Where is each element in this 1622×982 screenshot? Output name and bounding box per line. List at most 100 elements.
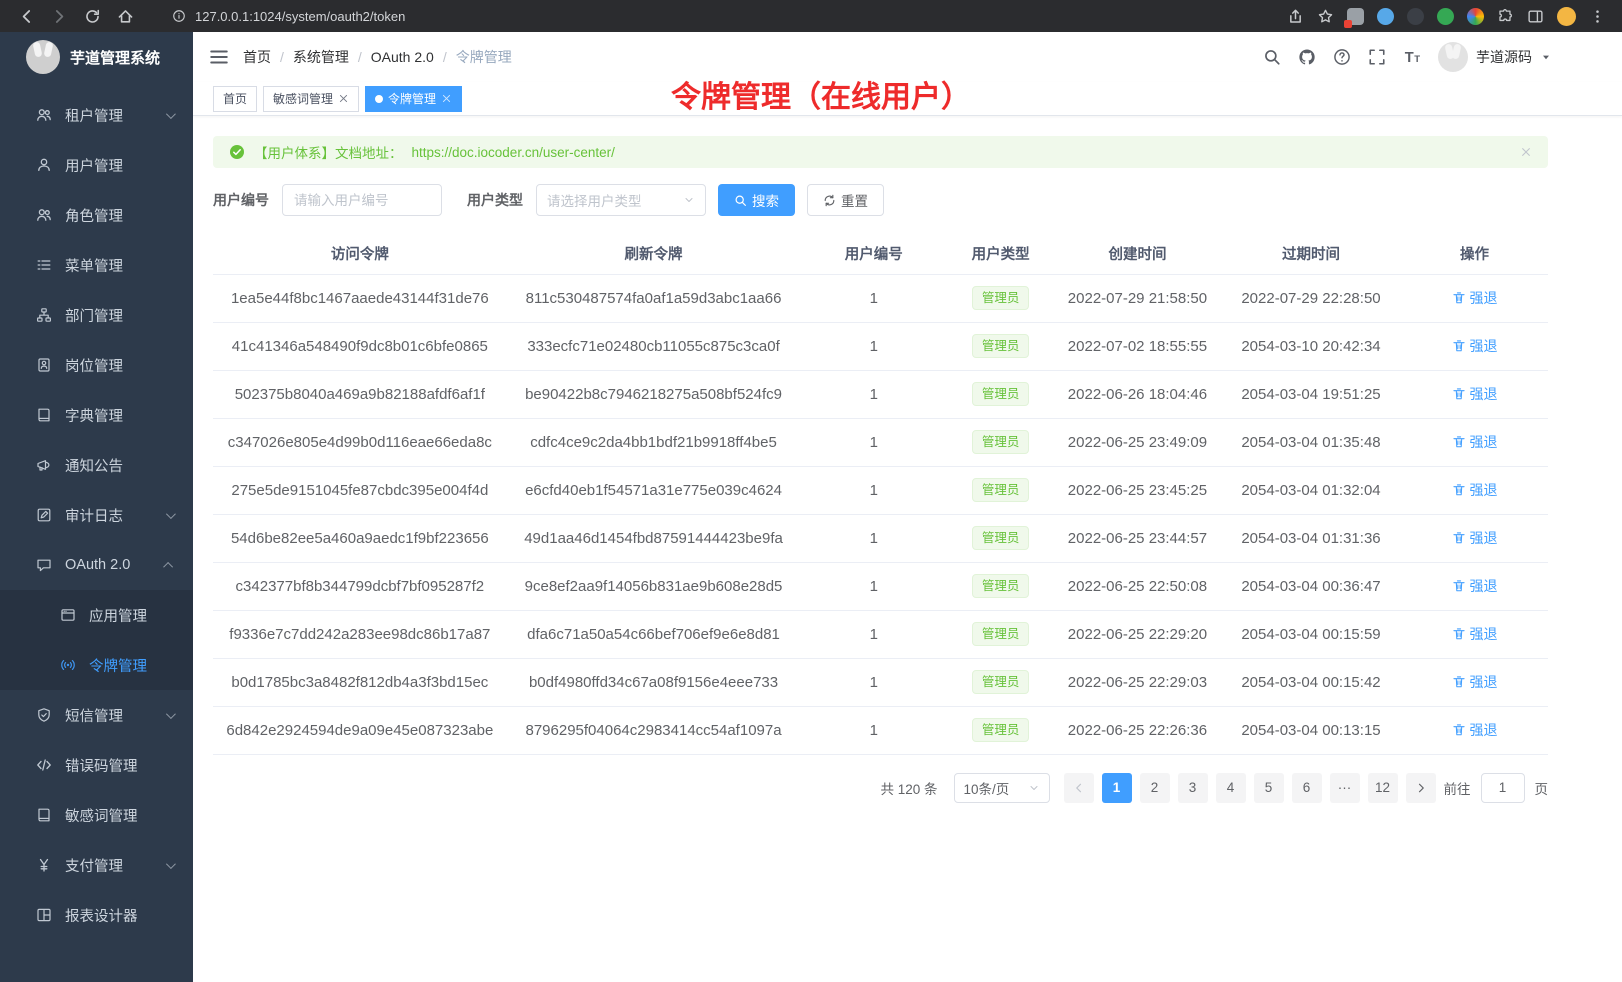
user-id-cell: 1 bbox=[800, 706, 947, 754]
site-info-icon[interactable] bbox=[172, 9, 186, 23]
search-button[interactable]: 搜索 bbox=[718, 184, 795, 216]
sidebar-item-report-designer[interactable]: 报表设计器 bbox=[0, 890, 193, 940]
extension-icon[interactable] bbox=[1467, 8, 1484, 25]
page-buttons: 1 2 3 4 5 6 ··· 12 bbox=[1102, 773, 1398, 803]
sidebar-item-dict[interactable]: 字典管理 bbox=[0, 390, 193, 440]
expire-time-cell: 2054-03-04 00:13:15 bbox=[1221, 706, 1401, 754]
sidebar-item-notice[interactable]: 通知公告 bbox=[0, 440, 193, 490]
expire-time-cell: 2022-07-29 22:28:50 bbox=[1221, 274, 1401, 322]
alert-doc-link[interactable]: https://doc.iocoder.cn/user-center/ bbox=[412, 145, 615, 160]
menu-label: 租户管理 bbox=[65, 105, 123, 126]
sidebar-item-oauth2-app[interactable]: 应用管理 bbox=[0, 590, 193, 640]
user-id-cell: 1 bbox=[800, 514, 947, 562]
page-button[interactable]: 6 bbox=[1292, 773, 1322, 803]
menu-icon bbox=[36, 707, 52, 723]
next-page-button[interactable] bbox=[1406, 773, 1436, 803]
force-logout-button[interactable]: 强退 bbox=[1452, 576, 1498, 596]
sidebar-item-error-code[interactable]: 错误码管理 bbox=[0, 740, 193, 790]
refresh-token-cell: cdfc4ce9c2da4bb1bdf21b9918ff4be5 bbox=[507, 418, 801, 466]
page-button[interactable]: ··· bbox=[1330, 773, 1360, 803]
view-tab[interactable]: 令牌管理 bbox=[365, 86, 462, 112]
access-token-cell: f9336e7c7dd242a283ee98dc86b17a87 bbox=[213, 610, 507, 658]
tab-close-icon[interactable] bbox=[441, 93, 452, 104]
share-icon[interactable] bbox=[1287, 8, 1304, 25]
table-row: 275e5de9151045fe87cbdc395e004f4d e6cfd40… bbox=[213, 466, 1548, 514]
font-size-icon[interactable]: TT bbox=[1403, 48, 1421, 66]
sidebar-item-oauth2[interactable]: OAuth 2.0 bbox=[0, 540, 193, 590]
user-id-input[interactable] bbox=[282, 184, 442, 216]
action-cell: 强退 bbox=[1401, 418, 1548, 466]
user-type-tag: 管理员 bbox=[972, 478, 1030, 502]
app-logo[interactable]: 芋道管理系统 bbox=[0, 32, 193, 82]
force-logout-button[interactable]: 强退 bbox=[1452, 288, 1498, 308]
force-logout-button[interactable]: 强退 bbox=[1452, 720, 1498, 740]
page-button[interactable]: 2 bbox=[1140, 773, 1170, 803]
sidebar-item-dept[interactable]: 部门管理 bbox=[0, 290, 193, 340]
extension-icon[interactable] bbox=[1377, 8, 1394, 25]
menu-label: 用户管理 bbox=[65, 155, 123, 176]
back-icon[interactable] bbox=[18, 8, 35, 25]
force-logout-button[interactable]: 强退 bbox=[1452, 336, 1498, 356]
force-logout-button[interactable]: 强退 bbox=[1452, 528, 1498, 548]
side-panel-icon[interactable] bbox=[1527, 8, 1544, 25]
sidebar-item-sensitive-word[interactable]: 敏感词管理 bbox=[0, 790, 193, 840]
refresh-token-cell: 333ecfc71e02480cb11055c875c3ca0f bbox=[507, 322, 801, 370]
forward-icon[interactable] bbox=[51, 8, 68, 25]
extensions-puzzle-icon[interactable] bbox=[1497, 8, 1514, 25]
page-size-select[interactable]: 10条/页 bbox=[954, 773, 1050, 803]
sidebar-item-role[interactable]: 角色管理 bbox=[0, 190, 193, 240]
sidebar-item-user[interactable]: 用户管理 bbox=[0, 140, 193, 190]
breadcrumb-item[interactable]: 令牌管理 bbox=[456, 47, 512, 67]
user-id-cell: 1 bbox=[800, 370, 947, 418]
alert-close-icon[interactable] bbox=[1520, 146, 1532, 158]
menu-icon bbox=[36, 557, 52, 573]
menu-label: 短信管理 bbox=[65, 705, 123, 726]
sidebar-item-post[interactable]: 岗位管理 bbox=[0, 340, 193, 390]
page-button[interactable]: 5 bbox=[1254, 773, 1284, 803]
force-logout-button[interactable]: 强退 bbox=[1452, 624, 1498, 644]
sidebar-collapse-icon[interactable] bbox=[209, 47, 229, 67]
reload-icon[interactable] bbox=[84, 8, 101, 25]
view-tab[interactable]: 敏感词管理 bbox=[263, 86, 359, 112]
prev-page-button[interactable] bbox=[1064, 773, 1094, 803]
reset-button[interactable]: 重置 bbox=[807, 184, 884, 216]
github-icon[interactable] bbox=[1298, 48, 1316, 66]
sidebar-item-oauth2-token[interactable]: 令牌管理 bbox=[0, 640, 193, 690]
user-type-select[interactable]: 请选择用户类型 bbox=[536, 184, 706, 216]
breadcrumb-item[interactable]: 系统管理 bbox=[293, 47, 371, 67]
sidebar-item-sms[interactable]: 短信管理 bbox=[0, 690, 193, 740]
browser-profile-avatar[interactable] bbox=[1557, 7, 1576, 26]
bookmark-star-icon[interactable] bbox=[1317, 8, 1334, 25]
search-icon[interactable] bbox=[1263, 48, 1281, 66]
force-logout-button[interactable]: 强退 bbox=[1452, 384, 1498, 404]
chevron-icon bbox=[166, 859, 176, 869]
extension-icon[interactable] bbox=[1347, 8, 1364, 25]
page-button[interactable]: 3 bbox=[1178, 773, 1208, 803]
tab-close-icon[interactable] bbox=[338, 93, 349, 104]
force-logout-button[interactable]: 强退 bbox=[1452, 480, 1498, 500]
goto-page-input[interactable] bbox=[1481, 773, 1525, 803]
page-button[interactable]: 12 bbox=[1368, 773, 1398, 803]
address-bar[interactable]: 127.0.0.1:1024/system/oauth2/token bbox=[162, 4, 1263, 28]
sidebar-item-audit-log[interactable]: 审计日志 bbox=[0, 490, 193, 540]
user-type-cell: 管理员 bbox=[947, 466, 1054, 514]
page-button[interactable]: 1 bbox=[1102, 773, 1132, 803]
browser-menu-icon[interactable] bbox=[1589, 8, 1606, 25]
extension-icon[interactable] bbox=[1407, 8, 1424, 25]
extension-icon[interactable] bbox=[1437, 8, 1454, 25]
help-icon[interactable] bbox=[1333, 48, 1351, 66]
user-menu[interactable]: 芋道源码 bbox=[1438, 42, 1552, 72]
sidebar-item-menu[interactable]: 菜单管理 bbox=[0, 240, 193, 290]
force-logout-button[interactable]: 强退 bbox=[1452, 672, 1498, 692]
view-tab[interactable]: 首页 bbox=[213, 86, 257, 112]
fullscreen-icon[interactable] bbox=[1368, 48, 1386, 66]
access-token-cell: 41c41346a548490f9dc8b01c6bfe0865 bbox=[213, 322, 507, 370]
home-icon[interactable] bbox=[117, 8, 134, 25]
page-button[interactable]: 4 bbox=[1216, 773, 1246, 803]
force-logout-button[interactable]: 强退 bbox=[1452, 432, 1498, 452]
sidebar-item-pay[interactable]: 支付管理 bbox=[0, 840, 193, 890]
breadcrumb-item[interactable]: OAuth 2.0 bbox=[371, 49, 456, 65]
sidebar-item-tenant[interactable]: 租户管理 bbox=[0, 90, 193, 140]
menu-label: 支付管理 bbox=[65, 855, 123, 876]
breadcrumb-item[interactable]: 首页 bbox=[243, 47, 293, 67]
